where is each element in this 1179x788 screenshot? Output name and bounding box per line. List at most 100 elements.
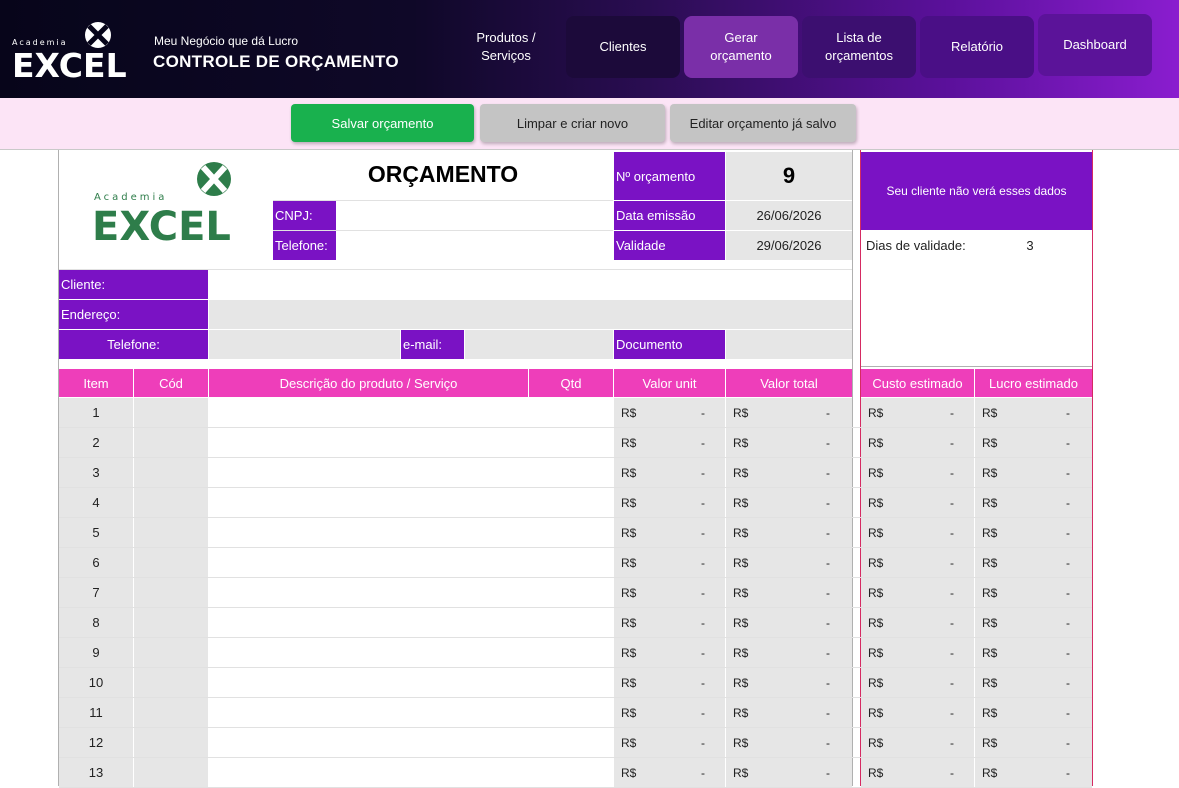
cost-cell[interactable]: R$ - [861,548,974,577]
qty-cell[interactable] [529,668,613,697]
profit-cell[interactable]: R$ - [975,548,1092,577]
profit-cell[interactable]: R$ - [975,518,1092,547]
cost-cell[interactable]: R$ - [861,398,974,427]
profit-cell[interactable]: R$ - [975,758,1092,787]
total-price-cell[interactable]: R$ - [726,428,852,457]
document-field[interactable] [726,330,852,359]
total-price-cell[interactable]: R$ - [726,638,852,667]
qty-cell[interactable] [529,578,613,607]
emission-date-value[interactable]: 26/06/2026 [726,201,852,230]
nav-produtos-servicos[interactable]: Produtos / Serviços [448,16,564,78]
qty-cell[interactable] [529,638,613,667]
total-price-cell[interactable]: R$ - [726,518,852,547]
cod-cell[interactable] [134,698,208,727]
unit-price-cell[interactable]: R$ - [614,698,725,727]
cost-cell[interactable]: R$ - [861,668,974,697]
cost-cell[interactable]: R$ - [861,428,974,457]
profit-cell[interactable]: R$ - [975,458,1092,487]
profit-cell[interactable]: R$ - [975,578,1092,607]
unit-price-cell[interactable]: R$ - [614,758,725,787]
desc-cell[interactable] [209,428,528,457]
cost-cell[interactable]: R$ - [861,578,974,607]
profit-cell[interactable]: R$ - [975,698,1092,727]
cod-cell[interactable] [134,578,208,607]
desc-cell[interactable] [209,458,528,487]
cod-cell[interactable] [134,758,208,787]
nav-gerar-orcamento[interactable]: Gerar orçamento [684,16,798,78]
cod-cell[interactable] [134,728,208,757]
cod-cell[interactable] [134,458,208,487]
cost-cell[interactable]: R$ - [861,698,974,727]
edit-saved-button[interactable]: Editar orçamento já salvo [670,104,856,142]
desc-cell[interactable] [209,578,528,607]
unit-price-cell[interactable]: R$ - [614,668,725,697]
validity-days-value[interactable]: 3 [1000,231,1060,260]
save-budget-button[interactable]: Salvar orçamento [291,104,474,142]
desc-cell[interactable] [209,638,528,667]
cost-cell[interactable]: R$ - [861,638,974,667]
cost-cell[interactable]: R$ - [861,758,974,787]
profit-cell[interactable]: R$ - [975,428,1092,457]
nav-relatorio[interactable]: Relatório [920,16,1034,78]
desc-cell[interactable] [209,668,528,697]
unit-price-cell[interactable]: R$ - [614,428,725,457]
unit-price-cell[interactable]: R$ - [614,488,725,517]
qty-cell[interactable] [529,698,613,727]
desc-cell[interactable] [209,398,528,427]
qty-cell[interactable] [529,758,613,787]
unit-price-cell[interactable]: R$ - [614,518,725,547]
desc-cell[interactable] [209,758,528,787]
qty-cell[interactable] [529,488,613,517]
profit-cell[interactable]: R$ - [975,668,1092,697]
qty-cell[interactable] [529,398,613,427]
cod-cell[interactable] [134,608,208,637]
cost-cell[interactable]: R$ - [861,458,974,487]
total-price-cell[interactable]: R$ - [726,398,852,427]
unit-price-cell[interactable]: R$ - [614,398,725,427]
desc-cell[interactable] [209,548,528,577]
cod-cell[interactable] [134,518,208,547]
unit-price-cell[interactable]: R$ - [614,458,725,487]
cod-cell[interactable] [134,428,208,457]
desc-cell[interactable] [209,728,528,757]
qty-cell[interactable] [529,458,613,487]
desc-cell[interactable] [209,488,528,517]
cost-cell[interactable]: R$ - [861,608,974,637]
qty-cell[interactable] [529,518,613,547]
cost-cell[interactable]: R$ - [861,488,974,517]
unit-price-cell[interactable]: R$ - [614,578,725,607]
total-price-cell[interactable]: R$ - [726,548,852,577]
qty-cell[interactable] [529,548,613,577]
address-field[interactable] [209,300,852,329]
qty-cell[interactable] [529,428,613,457]
nav-dashboard[interactable]: Dashboard [1038,14,1152,76]
total-price-cell[interactable]: R$ - [726,728,852,757]
cost-cell[interactable]: R$ - [861,728,974,757]
cod-cell[interactable] [134,398,208,427]
profit-cell[interactable]: R$ - [975,398,1092,427]
total-price-cell[interactable]: R$ - [726,578,852,607]
total-price-cell[interactable]: R$ - [726,758,852,787]
desc-cell[interactable] [209,608,528,637]
unit-price-cell[interactable]: R$ - [614,728,725,757]
unit-price-cell[interactable]: R$ - [614,548,725,577]
clear-new-button[interactable]: Limpar e criar novo [480,104,665,142]
total-price-cell[interactable]: R$ - [726,488,852,517]
total-price-cell[interactable]: R$ - [726,458,852,487]
company-phone-field[interactable] [337,231,613,260]
nav-clientes[interactable]: Clientes [566,16,680,78]
profit-cell[interactable]: R$ - [975,608,1092,637]
nav-lista-orcamentos[interactable]: Lista de orçamentos [802,16,916,78]
cod-cell[interactable] [134,548,208,577]
total-price-cell[interactable]: R$ - [726,698,852,727]
cod-cell[interactable] [134,488,208,517]
total-price-cell[interactable]: R$ - [726,668,852,697]
client-field[interactable] [209,270,852,299]
qty-cell[interactable] [529,608,613,637]
desc-cell[interactable] [209,518,528,547]
cod-cell[interactable] [134,638,208,667]
email-field[interactable] [465,330,613,359]
total-price-cell[interactable]: R$ - [726,608,852,637]
cnpj-field[interactable] [337,201,613,230]
cod-cell[interactable] [134,668,208,697]
